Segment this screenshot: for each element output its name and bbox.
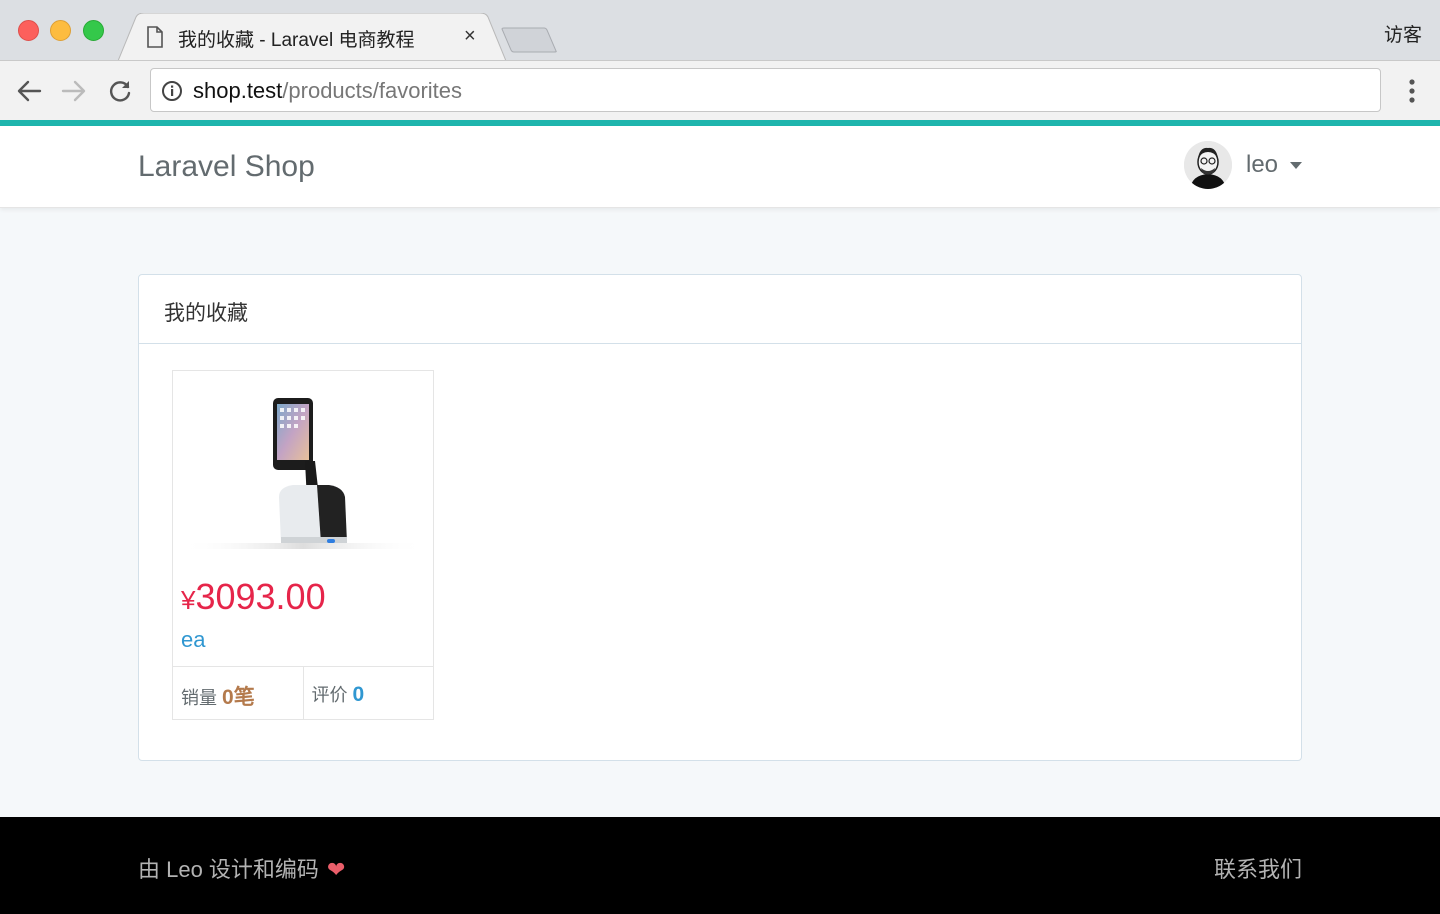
back-button[interactable]: [14, 76, 44, 106]
contact-link[interactable]: 联系我们: [1214, 852, 1302, 884]
user-dropdown[interactable]: leo: [1184, 140, 1303, 190]
product-title-link[interactable]: ea: [181, 627, 205, 653]
review-value: 0: [352, 683, 365, 706]
avatar-illustration: [1184, 141, 1232, 189]
product-image[interactable]: [181, 381, 425, 561]
currency-symbol: ¥: [181, 585, 196, 615]
window-maximize-button[interactable]: [83, 20, 104, 41]
favorites-panel: 我的收藏 ¥3093.00 ea 销量 0笔 评价 0: [138, 274, 1302, 761]
product-stats: 销量 0笔 评价 0: [173, 666, 433, 720]
document-icon: [147, 26, 163, 48]
sold-label: 销量: [181, 688, 217, 708]
product-photo: [181, 398, 425, 549]
username: leo: [1246, 151, 1279, 178]
forward-arrow-icon: [61, 80, 86, 102]
brand-link[interactable]: Laravel Shop: [138, 150, 315, 184]
app-navbar: Laravel Shop leo: [0, 126, 1440, 208]
sold-count: 销量 0笔: [173, 667, 303, 720]
avatar: [1184, 141, 1232, 189]
site-footer: 由 Leo 设计和编码 ❤ 联系我们: [0, 817, 1440, 914]
review-label: 评价: [311, 685, 348, 705]
panel-heading: 我的收藏: [139, 275, 1301, 344]
menu-dots-icon[interactable]: [1402, 77, 1422, 107]
browser-toolbar: shop.test/products/favorites: [0, 60, 1440, 120]
browser-tab-active[interactable]: 我的收藏 - Laravel 电商教程 ×: [118, 13, 506, 61]
product-card: ¥3093.00 ea 销量 0笔 评价 0: [172, 370, 434, 720]
profile-label[interactable]: 访客: [1384, 20, 1422, 47]
window-close-button[interactable]: [18, 20, 39, 41]
window-minimize-button[interactable]: [50, 20, 71, 41]
credit-text: 由 Leo 设计和编码: [138, 857, 319, 882]
tab-close-icon[interactable]: ×: [464, 25, 476, 48]
address-bar[interactable]: shop.test/products/favorites: [150, 68, 1381, 112]
new-tab-button[interactable]: [500, 27, 558, 53]
back-arrow-icon: [17, 80, 42, 102]
browser-tab-bar: 我的收藏 - Laravel 电商教程 × 访客: [0, 0, 1440, 61]
url-host: shop.test: [193, 78, 283, 103]
forward-button[interactable]: [59, 76, 89, 106]
product-price: ¥3093.00: [181, 576, 326, 618]
heart-icon: ❤: [326, 857, 346, 882]
price-value: 3093.00: [195, 576, 326, 617]
address-url[interactable]: shop.test/products/favorites: [193, 78, 462, 104]
url-path: /products/favorites: [282, 78, 463, 103]
sold-value: 0笔: [222, 686, 255, 709]
reload-button[interactable]: [105, 76, 135, 106]
tab-title: 我的收藏 - Laravel 电商教程: [178, 30, 415, 51]
info-icon[interactable]: [161, 80, 183, 102]
caret-down-icon: [1290, 161, 1303, 169]
reload-icon: [109, 81, 131, 102]
review-count: 评价 0: [302, 667, 434, 720]
footer-credit: 由 Leo 设计和编码 ❤: [138, 852, 345, 884]
